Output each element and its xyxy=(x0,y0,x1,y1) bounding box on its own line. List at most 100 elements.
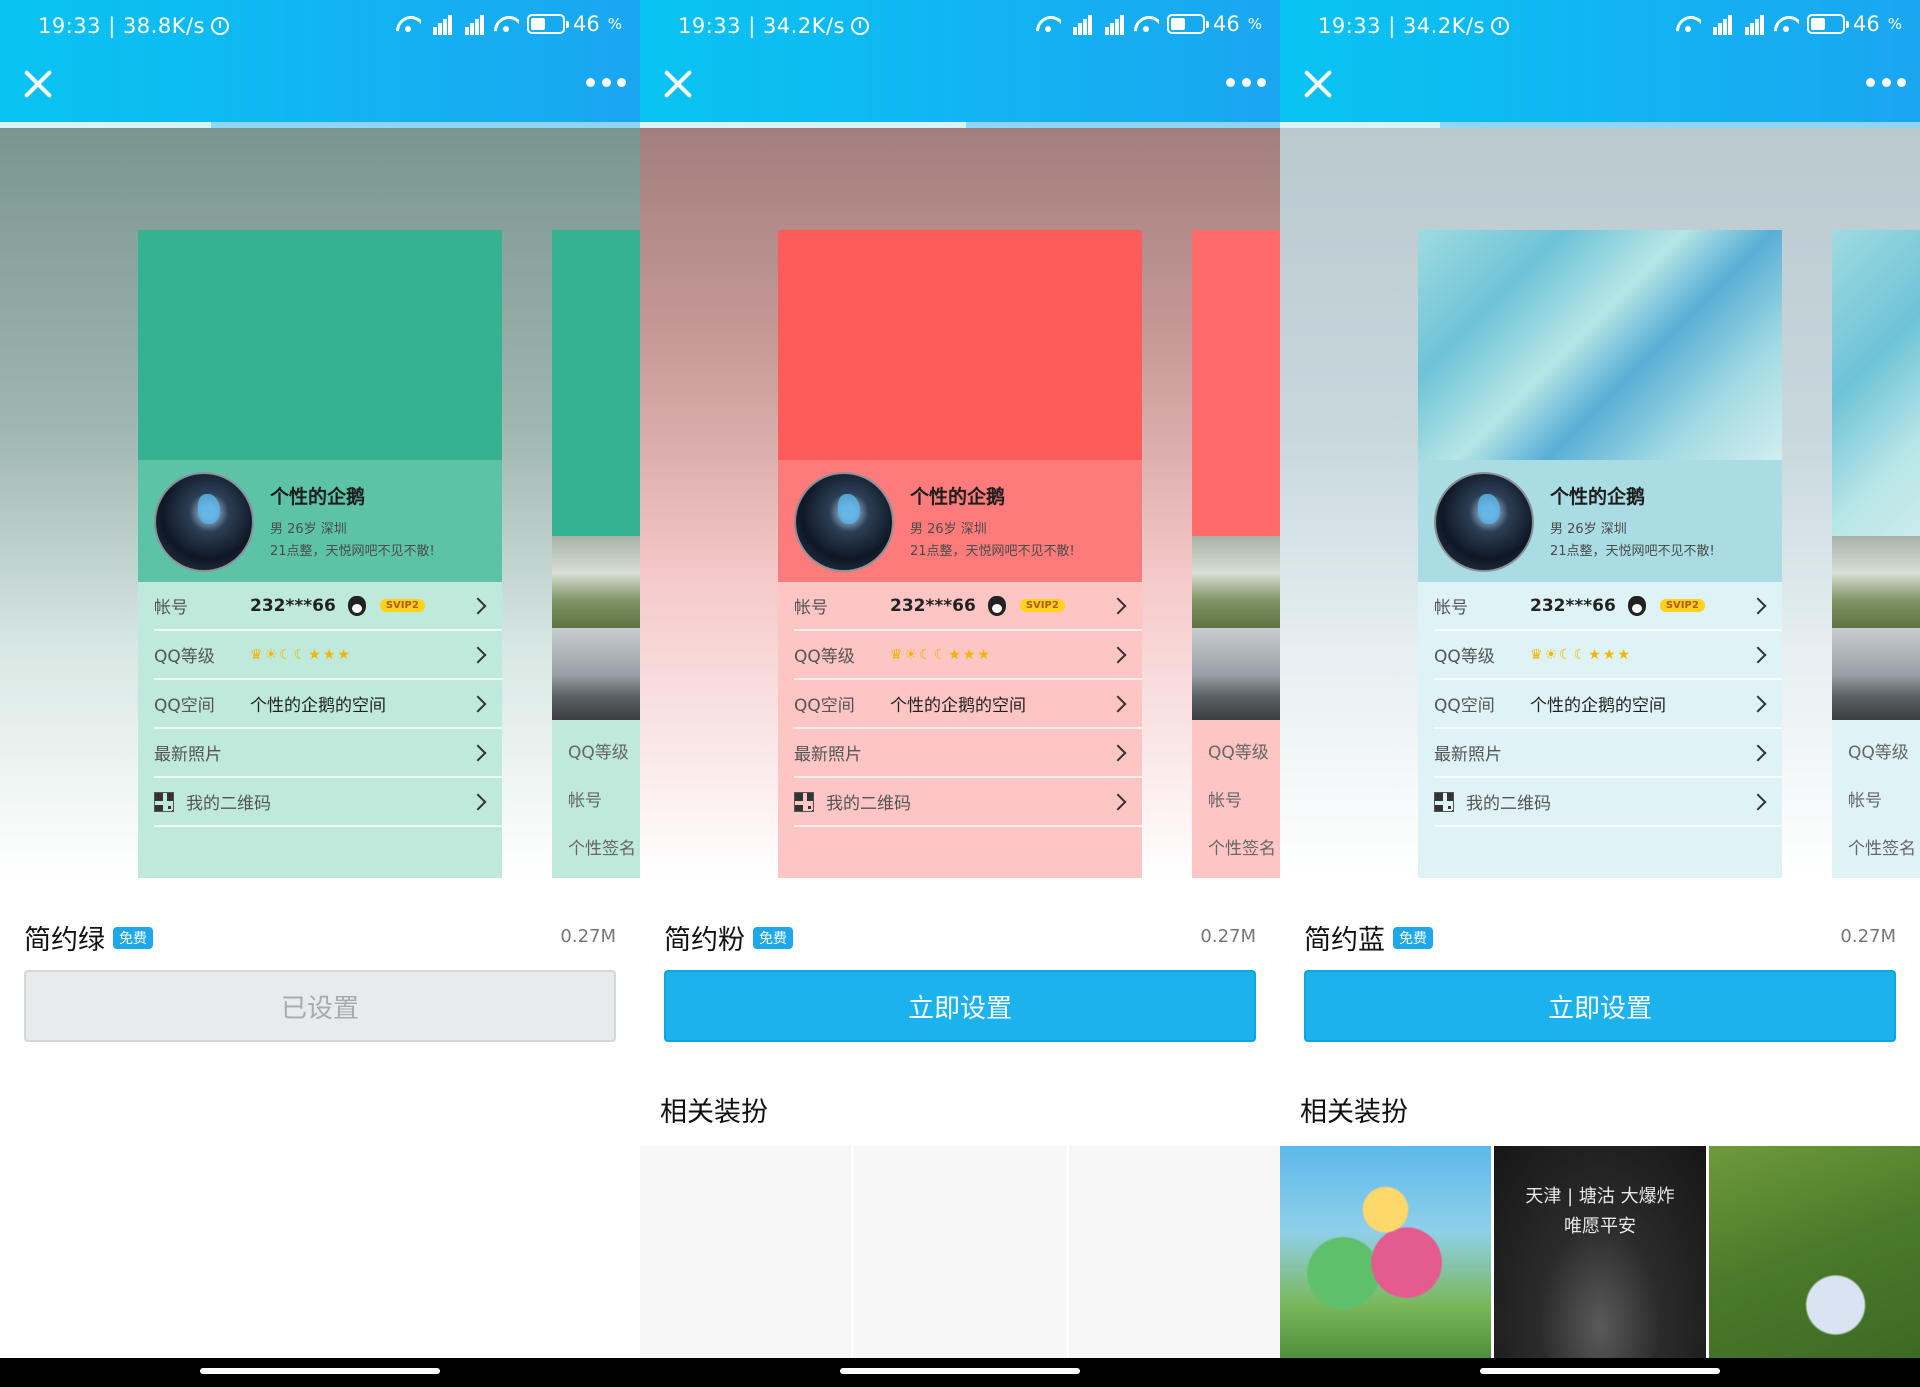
chevron-right-icon xyxy=(1749,695,1767,713)
related-decoration-item[interactable] xyxy=(1708,1146,1920,1358)
profile-row[interactable]: QQ等级 ♛ ☀ ☾ ☾ ★ ★ ★ xyxy=(794,631,1142,680)
theme-preview-card[interactable]: 个性的企鹅男 26岁 深圳 21点整，天悦网吧不见不散! 帐号 232***66 SVI… xyxy=(1418,230,1782,878)
profile-row[interactable]: QQ等级 ♛ ☀ ☾ ☾ ★ ★ ★ xyxy=(1434,631,1782,680)
close-icon[interactable] xyxy=(660,66,696,102)
star-icon: ★ xyxy=(1588,646,1601,663)
home-indicator[interactable] xyxy=(200,1368,440,1374)
moon-icon: ☾ xyxy=(279,646,292,663)
alarm-clock-icon xyxy=(1491,17,1509,35)
chevron-right-icon xyxy=(1749,744,1767,762)
profile-row[interactable]: 帐号 232***66 SVIP2 xyxy=(794,582,1142,631)
crown-icon: ♛ xyxy=(890,646,903,663)
row-label: QQ空间 xyxy=(1434,696,1495,716)
profile-row[interactable]: QQ空间 个性的企鹅的空间 xyxy=(154,680,502,729)
qq-penguin-icon xyxy=(1627,595,1646,616)
related-decoration-item[interactable]: 天津 | 塘沽 大爆炸 唯愿平安 xyxy=(1494,1146,1706,1358)
row-value: 个性的企鹅的空间 xyxy=(250,696,386,716)
theme-preview-carousel[interactable]: 个性的企鹅男 26岁 深圳 21点整，天悦网吧不见不散! 帐号 232***66 SVI… xyxy=(640,128,1280,878)
qq-level-icons: ♛ ☀ ☾ ☾ ★ ★ ★ xyxy=(1530,647,1630,663)
row-value: 232***66 xyxy=(250,595,336,616)
sun-icon: ☀ xyxy=(904,646,918,663)
chevron-right-icon xyxy=(1749,646,1767,664)
theme-name: 简约粉 免费 xyxy=(664,918,793,957)
theme-size: 0.27M xyxy=(1200,926,1256,947)
related-decoration-item[interactable] xyxy=(640,1146,852,1358)
free-badge: 免费 xyxy=(113,926,153,949)
chevron-right-icon xyxy=(469,744,487,762)
svip-badge: SVIP2 xyxy=(379,599,425,612)
next-card-row-label: QQ等级 xyxy=(568,743,629,763)
related-decoration-item[interactable] xyxy=(1068,1146,1280,1358)
next-card-cover xyxy=(1192,230,1280,536)
theme-size: 0.27M xyxy=(560,926,616,947)
system-nav-bar xyxy=(0,1358,640,1387)
profile-row[interactable]: 最新照片 xyxy=(794,729,1142,778)
chevron-right-icon xyxy=(469,597,487,615)
wifi-icon xyxy=(1675,14,1701,34)
related-decoration-item[interactable] xyxy=(1280,1146,1492,1358)
profile-row[interactable]: 我的二维码 xyxy=(154,778,502,827)
theme-preview-carousel[interactable]: 个性的企鹅男 26岁 深圳 21点整，天悦网吧不见不散! 帐号 232***66 SVI… xyxy=(0,128,640,878)
home-indicator[interactable] xyxy=(840,1368,1080,1374)
row-label: 我的二维码 xyxy=(826,794,911,814)
next-theme-card[interactable]: QQ等级 帐号 个性签名 xyxy=(552,230,640,878)
phone-screen-blue: 19:33 | 34.2K/s 46% 个性的企鹅男 26岁 深圳 21点整，天悦网吧… xyxy=(1280,0,1920,1387)
card-cover xyxy=(778,230,1142,460)
profile-row[interactable]: QQ等级 ♛ ☀ ☾ ☾ ★ ★ ★ xyxy=(154,631,502,680)
next-card-rows: QQ等级 帐号 个性签名 xyxy=(552,720,640,878)
theme-info-section: 简约粉 免费 0.27M 立即设置 相关装扮 xyxy=(640,878,1280,1358)
more-options-icon[interactable] xyxy=(1226,78,1266,90)
next-theme-card[interactable]: QQ等级 帐号 个性签名 xyxy=(1192,230,1280,878)
next-card-row-label: 个性签名 xyxy=(568,839,636,859)
battery-level xyxy=(1811,18,1825,30)
system-nav-bar xyxy=(640,1358,1280,1387)
close-icon[interactable] xyxy=(20,66,56,102)
profile-row[interactable]: 帐号 232***66 SVIP2 xyxy=(1434,582,1782,631)
more-options-icon[interactable] xyxy=(586,78,626,90)
status-time-speed: 19:33 | 34.2K/s xyxy=(678,14,869,38)
avatar[interactable] xyxy=(794,472,894,572)
cell-signal-icon xyxy=(1101,13,1125,35)
qq-level-icons: ♛ ☀ ☾ ☾ ★ ★ ★ xyxy=(250,647,350,663)
related-decoration-item[interactable] xyxy=(854,1146,1066,1358)
profile-row[interactable]: QQ空间 个性的企鹅的空间 xyxy=(794,680,1142,729)
moon-icon: ☾ xyxy=(933,646,947,663)
status-time-text: 19:33 | 34.2K/s xyxy=(678,14,845,38)
related-decorations-title: 相关装扮 xyxy=(1300,1097,1408,1128)
next-theme-card[interactable]: QQ等级 帐号 个性签名 xyxy=(1832,230,1920,878)
profile-row[interactable]: 我的二维码 xyxy=(794,778,1142,827)
star-icon: ★ xyxy=(948,646,961,663)
already-set-button[interactable]: 已设置 xyxy=(24,970,616,1042)
star-icon: ★ xyxy=(1617,646,1630,663)
avatar[interactable] xyxy=(1434,472,1534,572)
close-icon[interactable] xyxy=(1300,66,1336,102)
qr-code-icon xyxy=(154,791,174,812)
next-card-row-label: 帐号 xyxy=(1848,791,1882,811)
next-card-cover xyxy=(552,230,640,536)
avatar[interactable] xyxy=(154,472,254,572)
chevron-right-icon xyxy=(1109,597,1127,615)
more-options-icon[interactable] xyxy=(1866,78,1906,90)
home-indicator[interactable] xyxy=(1480,1368,1720,1374)
row-label: 帐号 xyxy=(794,598,828,618)
row-label: QQ空间 xyxy=(154,696,215,716)
theme-preview-card[interactable]: 个性的企鹅男 26岁 深圳 21点整，天悦网吧不见不散! 帐号 232***66 SVI… xyxy=(138,230,502,878)
profile-row[interactable]: 最新照片 xyxy=(154,729,502,778)
profile-row[interactable]: 最新照片 xyxy=(1434,729,1782,778)
next-card-photo xyxy=(1192,536,1280,628)
apply-now-button[interactable]: 立即设置 xyxy=(1304,970,1896,1042)
battery-unit: % xyxy=(1887,15,1902,33)
profile-row[interactable]: 我的二维码 xyxy=(1434,778,1782,827)
profile-row[interactable]: QQ空间 个性的企鹅的空间 xyxy=(1434,680,1782,729)
profile-rows: 帐号 232***66 SVIP2 QQ等级 ♛ ☀ ☾ ☾ ★ ★ ★ QQ空间 个性的企鹅的空间 最新… xyxy=(778,582,1142,878)
apply-now-button[interactable]: 立即设置 xyxy=(664,970,1256,1042)
qq-level-icons: ♛ ☀ ☾ ☾ ★ ★ ★ xyxy=(890,647,990,663)
theme-preview-carousel[interactable]: 个性的企鹅男 26岁 深圳 21点整，天悦网吧不见不散! 帐号 232***66 SVI… xyxy=(1280,128,1920,878)
theme-preview-card[interactable]: 个性的企鹅男 26岁 深圳 21点整，天悦网吧不见不散! 帐号 232***66 SVI… xyxy=(778,230,1142,878)
chevron-right-icon xyxy=(1109,793,1127,811)
battery-level xyxy=(1171,18,1185,30)
moon-icon: ☾ xyxy=(293,646,307,663)
profile-row[interactable]: 帐号 232***66 SVIP2 xyxy=(154,582,502,631)
row-value: 个性的企鹅的空间 xyxy=(1530,696,1666,716)
row-label: 最新照片 xyxy=(1434,745,1502,765)
